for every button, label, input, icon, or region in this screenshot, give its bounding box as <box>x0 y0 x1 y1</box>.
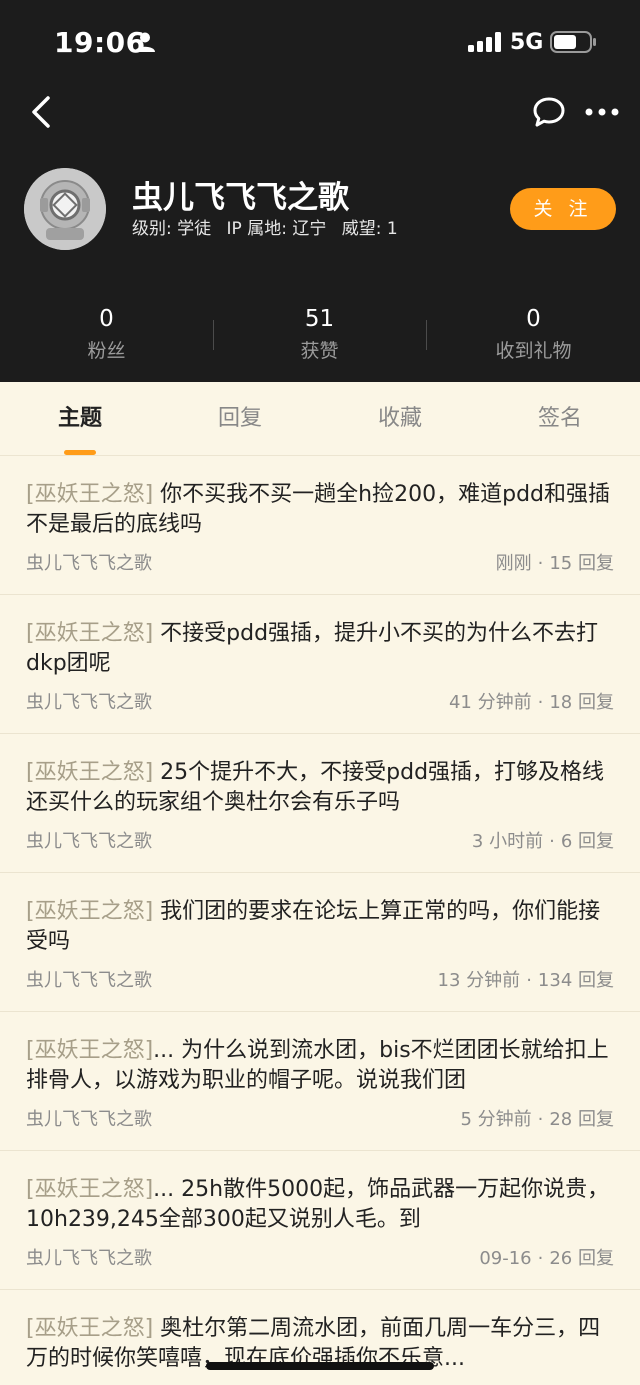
tab-replies[interactable]: 回复 <box>160 382 320 456</box>
post-author: 虫儿飞飞飞之歌 <box>26 553 152 574</box>
post-replies: 6 回复 <box>560 831 614 852</box>
post-author: 虫儿飞飞飞之歌 <box>26 1248 152 1269</box>
tab-active-indicator <box>64 450 96 455</box>
user-meta: 级别: 学徒 IP 属地: 辽宁 威望: 1 <box>132 214 408 239</box>
stats-bar: 0 粉丝 51 获赞 0 收到礼物 <box>0 302 640 368</box>
user-prestige: 威望: 1 <box>341 219 398 239</box>
post-meta: 41 分钟前 · 18 回复 <box>448 692 614 713</box>
network-label: 5G <box>510 30 544 55</box>
post-tag: [巫妖王之怒] <box>26 621 154 646</box>
post-replies: 18 回复 <box>549 692 614 713</box>
post-title: [巫妖王之怒] 不接受pdd强插，提升小不买的为什么不去打dkp团呢 <box>26 619 616 679</box>
tab-favorites[interactable]: 收藏 <box>320 382 480 456</box>
chat-icon[interactable] <box>532 96 566 128</box>
list-item[interactable]: [巫妖王之怒] 奥杜尔第二周流水团，前面几周一车分三，四万的时候你笑嘻嘻，现在底… <box>0 1290 640 1385</box>
stat-followers[interactable]: 0 粉丝 <box>0 302 213 366</box>
battery-icon <box>550 31 596 53</box>
diving-helmet-icon <box>24 168 106 250</box>
post-meta: 13 分钟前 · 134 回复 <box>437 970 614 991</box>
stat-label: 收到礼物 <box>495 340 572 362</box>
stat-value: 0 <box>99 306 114 332</box>
avatar[interactable] <box>24 168 106 250</box>
stat-likes[interactable]: 51 获赞 <box>213 302 426 366</box>
stat-gifts[interactable]: 0 收到礼物 <box>427 302 640 366</box>
post-tag: [巫妖王之怒] <box>26 760 154 785</box>
list-item[interactable]: [巫妖王之怒]... 25h散件5000起，饰品武器一万起你说贵，10h239,… <box>0 1151 640 1290</box>
post-title: [巫妖王之怒]... 为什么说到流水团，bis不烂团团长就给扣上排骨人，以游戏为… <box>26 1036 616 1096</box>
user-level: 级别: 学徒 <box>132 219 212 239</box>
post-tag: [巫妖王之怒] <box>26 1177 154 1202</box>
list-item[interactable]: [巫妖王之怒]... 为什么说到流水团，bis不烂团团长就给扣上排骨人，以游戏为… <box>0 1012 640 1151</box>
tab-bar: 主题 回复 收藏 签名 <box>0 382 640 456</box>
post-meta: 5 分钟前 · 28 回复 <box>460 1109 614 1130</box>
stat-value: 0 <box>526 306 541 332</box>
status-bar: 19:06 5G <box>0 0 640 86</box>
post-title: [巫妖王之怒] 你不买我不买一趟全h捡200，难道pdd和强插不是最后的底线吗 <box>26 480 616 540</box>
list-item[interactable]: [巫妖王之怒] 你不买我不买一趟全h捡200，难道pdd和强插不是最后的底线吗 … <box>0 456 640 595</box>
post-tag: [巫妖王之怒] <box>26 899 154 924</box>
signal-icon <box>468 32 501 52</box>
tab-signature[interactable]: 签名 <box>480 382 640 456</box>
post-tag: [巫妖王之怒] <box>26 1038 154 1063</box>
post-author: 虫儿飞飞飞之歌 <box>26 831 152 852</box>
tab-topics[interactable]: 主题 <box>0 382 160 456</box>
stat-label: 获赞 <box>300 340 339 362</box>
post-time: 13 分钟前 <box>437 970 521 991</box>
person-icon <box>135 32 155 52</box>
stat-value: 51 <box>304 306 335 332</box>
status-time: 19:06 <box>54 26 146 59</box>
post-time: 09-16 <box>479 1248 532 1269</box>
stat-label: 粉丝 <box>87 340 126 362</box>
post-tag: [巫妖王之怒] <box>26 1316 154 1341</box>
list-item[interactable]: [巫妖王之怒] 25个提升不大，不接受pdd强插，打够及格线还买什么的玩家组个奥… <box>0 734 640 873</box>
post-time: 41 分钟前 <box>448 692 532 713</box>
post-title: [巫妖王之怒]... 25h散件5000起，饰品武器一万起你说贵，10h239,… <box>26 1175 616 1235</box>
post-tag: [巫妖王之怒] <box>26 482 154 507</box>
home-indicator <box>206 1362 434 1370</box>
username: 虫儿飞飞飞之歌 <box>132 180 349 216</box>
post-time: 刚刚 <box>495 553 532 574</box>
post-meta: 3 小时前 · 6 回复 <box>471 831 614 852</box>
post-replies: 134 回复 <box>537 970 614 991</box>
post-author: 虫儿飞飞飞之歌 <box>26 970 152 991</box>
post-author: 虫儿飞飞飞之歌 <box>26 692 152 713</box>
post-replies: 26 回复 <box>549 1248 614 1269</box>
post-replies: 15 回复 <box>549 553 614 574</box>
post-author: 虫儿飞飞飞之歌 <box>26 1109 152 1130</box>
post-time: 3 小时前 <box>471 831 544 852</box>
back-icon[interactable] <box>28 94 56 130</box>
user-ip-location: IP 属地: 辽宁 <box>226 219 327 239</box>
more-icon[interactable] <box>584 106 620 118</box>
post-replies: 28 回复 <box>549 1109 614 1130</box>
profile-header: 19:06 5G 虫儿飞飞飞之歌 级别: 学徒 IP 属地: 辽宁 威望: 1 … <box>0 0 640 382</box>
post-list: [巫妖王之怒] 你不买我不买一趟全h捡200，难道pdd和强插不是最后的底线吗 … <box>0 456 640 1385</box>
post-meta: 刚刚 · 15 回复 <box>495 553 614 574</box>
follow-button[interactable]: 关 注 <box>510 188 616 230</box>
post-meta: 09-16 · 26 回复 <box>479 1248 614 1269</box>
post-title: [巫妖王之怒] 我们团的要求在论坛上算正常的吗，你们能接受吗 <box>26 897 616 957</box>
post-time: 5 分钟前 <box>460 1109 532 1130</box>
post-title: [巫妖王之怒] 25个提升不大，不接受pdd强插，打够及格线还买什么的玩家组个奥… <box>26 758 616 818</box>
list-item[interactable]: [巫妖王之怒] 我们团的要求在论坛上算正常的吗，你们能接受吗 虫儿飞飞飞之歌 1… <box>0 873 640 1012</box>
list-item[interactable]: [巫妖王之怒] 不接受pdd强插，提升小不买的为什么不去打dkp团呢 虫儿飞飞飞… <box>0 595 640 734</box>
